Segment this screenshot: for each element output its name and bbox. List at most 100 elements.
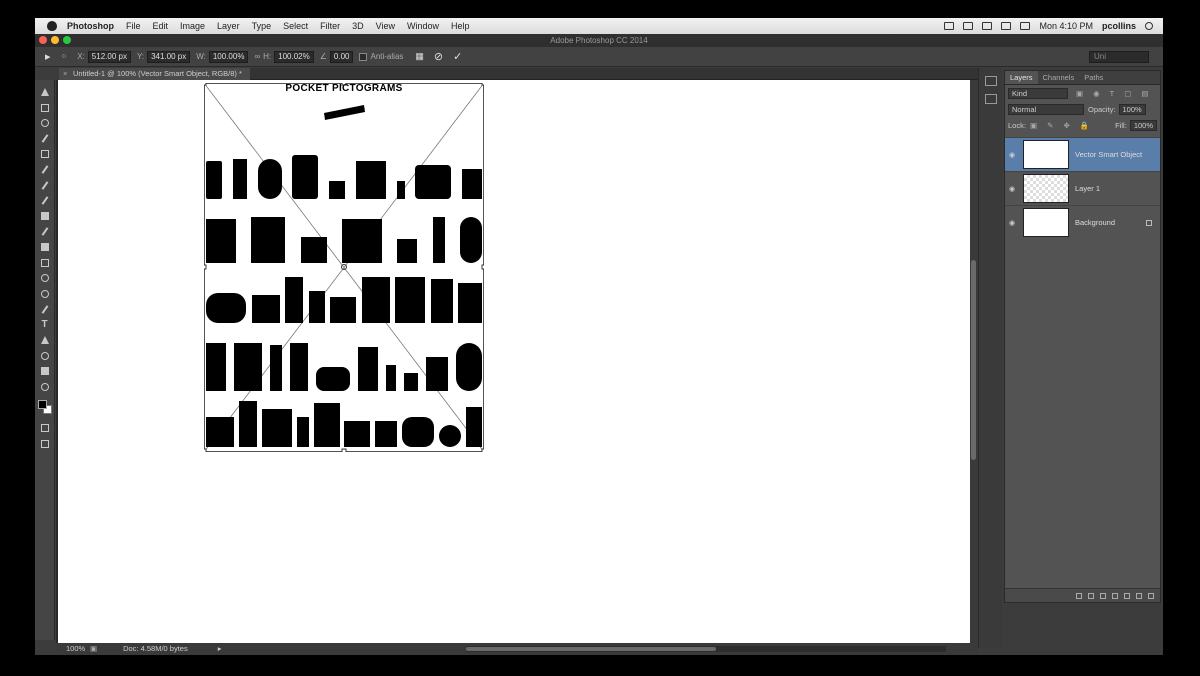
layer-row-layer-1[interactable]: ◉ Layer 1	[1005, 171, 1160, 205]
menu-file[interactable]: File	[126, 21, 141, 31]
visibility-eye-icon[interactable]: ◉	[1005, 185, 1019, 193]
menubar-clock[interactable]: Mon 4:10 PM	[1039, 21, 1093, 31]
character-panel-icon[interactable]	[984, 76, 997, 86]
transform-handle[interactable]	[481, 448, 484, 452]
paragraph-panel-icon[interactable]	[984, 94, 997, 104]
pen-icon[interactable]	[39, 303, 51, 315]
warp-icon[interactable]: ▦	[415, 51, 424, 62]
height-field[interactable]: 100.02%	[274, 50, 314, 63]
menu-select[interactable]: Select	[283, 21, 308, 31]
opacity-field[interactable]: 100%	[1118, 103, 1146, 115]
vertical-scrollbar[interactable]	[970, 80, 978, 643]
menu-layer[interactable]: Layer	[217, 21, 240, 31]
shape-icon[interactable]	[39, 350, 51, 362]
layer-row-vector-smart-object[interactable]: ◉ Vector Smart Object	[1005, 137, 1160, 171]
zoom-icon[interactable]	[39, 381, 51, 393]
link-icon[interactable]: ∞	[254, 52, 260, 61]
menu-app-name[interactable]: Photoshop	[67, 21, 114, 31]
tab-channels[interactable]: Channels	[1038, 71, 1080, 84]
healing-icon[interactable]	[39, 179, 51, 191]
transform-bounding-box[interactable]	[204, 83, 484, 452]
close-window-button[interactable]	[39, 36, 47, 44]
eraser-icon[interactable]	[39, 241, 51, 253]
lock-icons[interactable]: ▣ ✎ ✥ 🔒	[1030, 121, 1093, 130]
document-canvas[interactable]: POCKET PICTOGRAMS	[58, 80, 970, 643]
menu-image[interactable]: Image	[180, 21, 205, 31]
menu-view[interactable]: View	[376, 21, 395, 31]
add-mask-icon[interactable]	[1100, 592, 1106, 599]
path-select-icon[interactable]	[39, 334, 51, 346]
reference-point-icon[interactable]: ⁘	[61, 52, 68, 61]
fill-field[interactable]: 100%	[1129, 119, 1157, 131]
stamp-icon[interactable]	[39, 210, 51, 222]
crop-icon[interactable]	[39, 148, 51, 160]
vertical-scroll-thumb[interactable]	[971, 260, 976, 460]
new-layer-icon[interactable]	[1136, 592, 1142, 599]
menu-edit[interactable]: Edit	[153, 21, 169, 31]
foreground-color-swatch[interactable]	[37, 400, 47, 409]
menu-window[interactable]: Window	[407, 21, 439, 31]
wifi-icon[interactable]	[1001, 22, 1012, 30]
search-icon[interactable]	[1145, 22, 1153, 30]
apple-icon[interactable]	[47, 21, 57, 31]
commit-transform-icon[interactable]: ✓	[453, 50, 462, 63]
color-swatches[interactable]	[37, 400, 52, 414]
menu-3d[interactable]: 3D	[352, 21, 364, 31]
menu-help[interactable]: Help	[451, 21, 470, 31]
zoom-window-button[interactable]	[63, 36, 71, 44]
new-group-icon[interactable]	[1124, 592, 1130, 599]
menu-filter[interactable]: Filter	[320, 21, 340, 31]
brush-icon[interactable]	[39, 195, 51, 207]
lasso-icon[interactable]	[39, 117, 51, 129]
kind-filter-select[interactable]: Kind	[1008, 87, 1068, 99]
delete-layer-icon[interactable]	[1148, 592, 1154, 599]
horizontal-scrollbar[interactable]	[466, 646, 946, 652]
eyedropper-icon[interactable]	[39, 164, 51, 176]
status-menu-arrow-icon[interactable]: ▸	[218, 643, 222, 655]
history-brush-icon[interactable]	[39, 226, 51, 238]
blur-icon[interactable]	[39, 272, 51, 284]
type-icon[interactable]: T	[39, 319, 51, 331]
zoom-level[interactable]: 100%	[56, 643, 90, 655]
layer-row-background[interactable]: ◉ Background	[1005, 205, 1160, 239]
angle-field[interactable]: 0.00	[329, 50, 354, 63]
tool-preset-icon[interactable]: ▸	[45, 50, 51, 63]
adobe-icon[interactable]	[944, 22, 955, 30]
quick-select-icon[interactable]	[39, 133, 51, 145]
gradient-icon[interactable]	[39, 257, 51, 269]
menubar-user[interactable]: pcollins	[1102, 21, 1136, 31]
marquee-icon[interactable]	[39, 102, 51, 114]
layer-name[interactable]: Layer 1	[1075, 184, 1100, 193]
quick-mask-icon[interactable]	[39, 422, 51, 434]
blend-mode-select[interactable]: Normal	[1008, 103, 1084, 115]
layer-style-icon[interactable]	[1088, 592, 1094, 599]
menu-type[interactable]: Type	[252, 21, 272, 31]
visibility-eye-icon[interactable]: ◉	[1005, 219, 1019, 227]
adjustment-layer-icon[interactable]	[1112, 592, 1118, 599]
screen-mode-icon[interactable]	[39, 438, 51, 450]
battery-icon[interactable]	[1020, 22, 1031, 30]
horizontal-scroll-thumb[interactable]	[466, 647, 716, 651]
layer-name[interactable]: Vector Smart Object	[1075, 150, 1142, 159]
transform-handle[interactable]	[204, 264, 207, 270]
close-tab-icon[interactable]: ×	[63, 68, 67, 80]
layer-name[interactable]: Background	[1075, 218, 1115, 227]
display-icon[interactable]	[963, 22, 974, 30]
document-tab[interactable]: × Untitled-1 @ 100% (Vector Smart Object…	[59, 68, 250, 80]
export-icon[interactable]: ▣	[90, 643, 97, 655]
move-icon[interactable]	[39, 86, 51, 98]
volume-icon[interactable]	[982, 22, 993, 30]
y-position-field[interactable]: 341.00 px	[147, 50, 191, 63]
document-info[interactable]: Doc: 4.58M/0 bytes	[123, 643, 188, 655]
transform-handle[interactable]	[341, 448, 347, 452]
workspace-field[interactable]: Uni	[1089, 50, 1149, 63]
tab-layers[interactable]: Layers	[1005, 71, 1038, 84]
transform-handle[interactable]	[481, 264, 484, 270]
transform-handle[interactable]	[204, 448, 207, 452]
x-position-field[interactable]: 512.00 px	[87, 50, 131, 63]
dodge-icon[interactable]	[39, 288, 51, 300]
tab-paths[interactable]: Paths	[1079, 71, 1108, 84]
width-field[interactable]: 100.00%	[208, 50, 249, 63]
link-layers-icon[interactable]	[1076, 592, 1082, 599]
minimize-window-button[interactable]	[51, 36, 59, 44]
